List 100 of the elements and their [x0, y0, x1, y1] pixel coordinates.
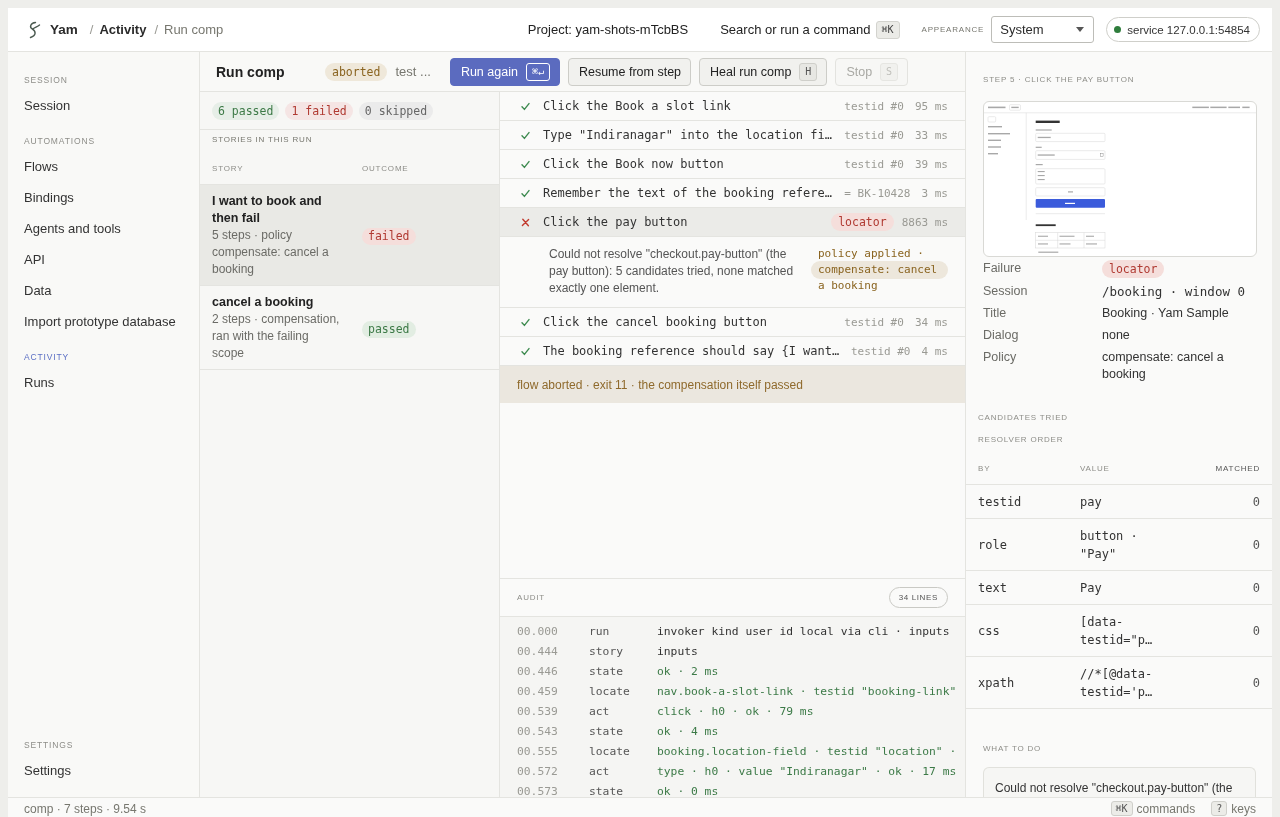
audit-time: 00.572 [517, 765, 558, 779]
nav-item[interactable]: Bindings [16, 182, 191, 213]
audit-event: story [589, 645, 623, 659]
candidate-value: Pay [1080, 579, 1102, 597]
candidate-value: button · "Pay" [1080, 527, 1139, 563]
step-row[interactable]: Click the cancel booking button testid #0 34 ms [500, 308, 965, 337]
step-meta: = BK-10428 [844, 186, 911, 200]
step-text: The booking reference should say {I want… [543, 344, 841, 358]
run-summary: comp · 7 steps · 9.54 s [24, 801, 147, 816]
section-caption: AUDIT [517, 593, 545, 602]
section-heading: ACTIVITY [24, 351, 70, 363]
nav-item[interactable]: Settings [16, 755, 191, 786]
candidate-strategy: role [978, 536, 1007, 554]
shortcut-label: commands [1136, 801, 1196, 816]
candidate-count: 0 [1252, 579, 1260, 597]
step-duration: 33 ms [914, 128, 948, 142]
audit-message: inputs [657, 645, 698, 659]
step-text: Click the Book now button [543, 157, 725, 171]
fact-value: /booking · window 0 [1102, 282, 1245, 301]
audit-time: 00.444 [517, 645, 558, 659]
fact-label: Title [983, 304, 1007, 322]
fact-label: Session [983, 282, 1028, 300]
step-meta: testid #0 [844, 128, 904, 142]
step-duration: 95 ms [914, 99, 948, 113]
audit-time: 00.459 [517, 685, 558, 699]
step-text: Remember the text of the booking refere… [543, 186, 833, 200]
status-badge: aborted [325, 62, 388, 81]
shortcut-label: keys [1231, 801, 1256, 816]
candidate-strategy: text [978, 579, 1007, 597]
audit-time: 00.543 [517, 725, 558, 739]
step-duration: 39 ms [914, 157, 948, 171]
candidate-count: 0 [1252, 536, 1260, 554]
project-name: Project: yam-shots-mTcbBS [527, 22, 689, 37]
nav-item[interactable]: Session [16, 90, 191, 121]
run-again-button[interactable]: Run again ⌘↵ [449, 57, 560, 86]
story-row[interactable]: I want to book and then fail 5 steps · policy compensate: cancel a booking failed [200, 185, 499, 286]
audit-time: 00.539 [517, 705, 558, 719]
audit-event: locate [589, 745, 630, 759]
section-subcaption: RESOLVER ORDER [978, 434, 1064, 446]
breadcrumb-separator: / [89, 22, 94, 37]
section-caption: CANDIDATES TRIED [978, 412, 1068, 424]
section-heading: AUTOMATIONS [24, 135, 95, 147]
failure-tag: locator [1102, 259, 1165, 278]
nav-item[interactable]: Runs [16, 367, 191, 398]
shortcut-key: H [799, 62, 818, 81]
appearance-select[interactable]: System [991, 16, 1095, 43]
column-header: VALUE [1080, 463, 1110, 475]
outcome-badge: passed [362, 320, 416, 338]
service-label: service 127.0.0.1:54854 [1127, 23, 1250, 36]
audit-event: state [589, 725, 623, 739]
audit-event: act [589, 765, 610, 779]
step-duration: 8863 ms [901, 215, 948, 229]
abort-banner: flow aborted · exit 11 · the compensation itself passed [500, 366, 965, 403]
story-title: I want to book and then fail [212, 193, 323, 227]
breadcrumb-link[interactable]: Activity [99, 22, 147, 37]
step-row[interactable]: Click the pay button locator 8863 ms [500, 208, 965, 237]
audit-event: run [589, 625, 610, 639]
breadcrumb-current: Run comp [164, 22, 224, 37]
step-row[interactable]: Type "Indiranagar" into the location fi… testid #0 33 ms [500, 121, 965, 150]
summary-badge: 0 skipped [358, 101, 434, 120]
step-text: Type "Indiranagar" into the location fi… [543, 128, 833, 142]
nav-item[interactable]: Import prototype database [16, 306, 191, 337]
section-heading: SETTINGS [24, 739, 74, 751]
step-meta: testid #0 [844, 157, 904, 171]
command-search-button[interactable]: Search or run a command [720, 22, 871, 37]
nav-item[interactable]: API [16, 244, 191, 275]
step-meta: testid #0 [850, 344, 911, 358]
column-header: STORY [212, 163, 244, 175]
audit-message: nav.book-a-slot-link · testid "booking-link" [657, 685, 957, 699]
outcome-badge: failed [362, 228, 416, 245]
step-row[interactable]: Click the Book a slot link testid #0 95 ms [500, 92, 965, 121]
error-message: Could not resolve "checkout.pay-button" (the pay button): 5 candidates tried, none matched exactly one element. [549, 246, 795, 297]
fact-label: Policy [983, 348, 1017, 366]
audit-message: type · h0 · value "Indiranagar" · ok · 17 ms [657, 765, 957, 779]
candidate-strategy: css [978, 622, 1000, 640]
nav-item[interactable]: Data [16, 275, 191, 306]
candidate-count: 0 [1252, 493, 1260, 511]
column-header: OUTCOME [362, 163, 409, 175]
resume-button[interactable]: Resume from step [567, 57, 692, 86]
story-row[interactable]: cancel a booking 2 steps · compensation, ran with the failing scope passed [200, 286, 499, 370]
audit-time: 00.000 [517, 625, 558, 639]
brand-name[interactable]: Yam [50, 22, 78, 37]
candidate-count: 0 [1252, 622, 1260, 640]
audit-event: state [589, 665, 623, 679]
step-row[interactable]: Click the Book now button testid #0 39 ms [500, 150, 965, 179]
policy-note: policy applied · compensate: cancel a booking [811, 246, 948, 294]
nav-item[interactable]: Flows [16, 151, 191, 182]
audit-message: ok · 4 ms [657, 725, 719, 739]
section-caption: STEP 5 · CLICK THE PAY BUTTON [983, 74, 1135, 86]
step-duration: 3 ms [921, 186, 948, 200]
fact-value: compensate: cancel a booking [1102, 348, 1225, 383]
audit-message: invoker kind user id local via cli · inputs [657, 625, 950, 639]
nav-item[interactable]: Agents and tools [16, 213, 191, 244]
candidate-value: [data-testid="p… [1080, 613, 1154, 649]
story-title: cancel a booking [212, 294, 315, 311]
section-caption: WHAT TO DO [983, 743, 1042, 755]
column-header: MATCHED [1215, 463, 1260, 475]
candidate-value: //*[@data-testid='p… [1080, 665, 1154, 701]
run-title: Run comp [216, 63, 286, 80]
heal-button[interactable]: Heal run comp H [699, 57, 828, 86]
